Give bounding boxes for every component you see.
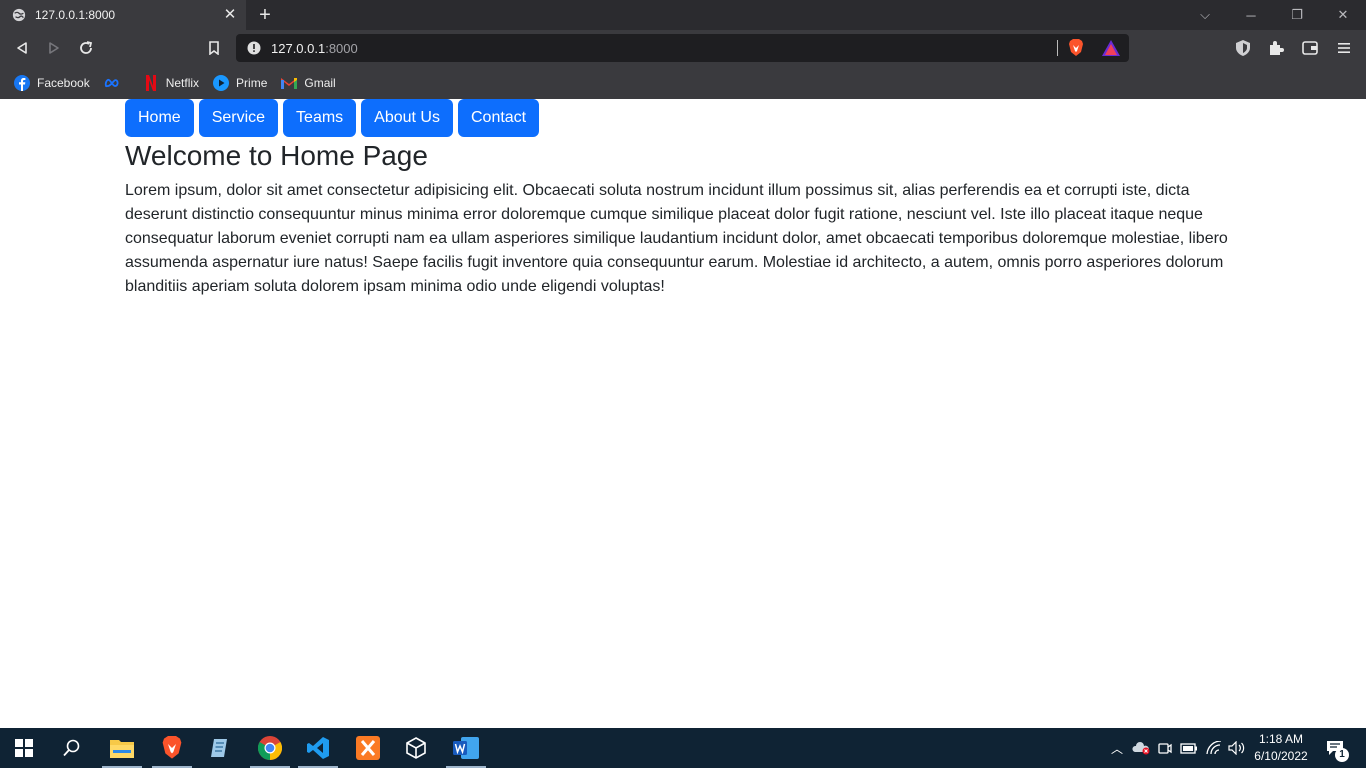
url-port: :8000	[325, 41, 358, 56]
shield-icon	[1236, 40, 1250, 56]
nav-contact-button[interactable]: Contact	[457, 99, 540, 137]
bookmark-facebook[interactable]: Facebook	[14, 74, 90, 91]
bookmark-label: Prime	[236, 75, 268, 90]
reload-button[interactable]	[76, 38, 96, 58]
netflix-icon	[143, 74, 159, 91]
close-window-button[interactable]: ✕	[1320, 0, 1366, 30]
gmail-icon	[281, 75, 298, 91]
system-clock[interactable]: 1:18 AM 6/10/2022	[1248, 731, 1314, 765]
brave-rewards-icon[interactable]	[1102, 40, 1120, 61]
taskbar-vscode[interactable]	[294, 728, 342, 768]
nav-home-button[interactable]: Home	[125, 99, 194, 137]
nav-service-button[interactable]: Service	[198, 99, 279, 137]
search-icon	[63, 739, 80, 757]
bookmark-label: Facebook	[37, 75, 90, 90]
taskbar-file-explorer[interactable]	[98, 728, 146, 768]
meet-now-icon[interactable]	[1156, 728, 1174, 768]
bookmark-label: Netflix	[165, 75, 200, 90]
page-heading: Welcome to Home Page	[125, 140, 428, 171]
brave-icon	[162, 736, 182, 759]
notification-center[interactable]: 1	[1320, 728, 1350, 768]
tray-overflow-icon[interactable]: ︿	[1108, 728, 1126, 768]
url-text: 127.0.0.1:8000	[271, 41, 358, 56]
back-icon	[17, 42, 27, 54]
tab-search-icon[interactable]: ⌵	[1182, 0, 1228, 30]
battery-icon[interactable]	[1179, 728, 1199, 768]
chrome-icon	[258, 736, 282, 760]
notepad-icon	[211, 739, 227, 757]
word-icon	[453, 737, 479, 759]
brave-shields-icon[interactable]	[1068, 39, 1084, 62]
onedrive-icon[interactable]	[1130, 728, 1152, 768]
vpn-button[interactable]	[1233, 38, 1253, 58]
tab-strip: 127.0.0.1:8000 ✕ + ⌵ ─ ❐ ✕	[0, 0, 1366, 30]
address-bar[interactable]: 127.0.0.1:8000	[236, 34, 1129, 62]
bookmark-label: Gmail	[304, 75, 336, 90]
volume-icon[interactable]	[1227, 728, 1247, 768]
new-tab-button[interactable]: +	[255, 5, 275, 25]
folder-icon	[110, 740, 134, 758]
bookmark-meta[interactable]	[104, 75, 129, 91]
menu-button[interactable]	[1334, 38, 1354, 58]
globe-icon	[12, 8, 26, 22]
address-bar-separator	[1057, 40, 1058, 56]
forward-button[interactable]	[44, 38, 64, 58]
url-host: 127.0.0.1	[271, 41, 326, 56]
taskbar-notepad[interactable]	[196, 728, 244, 768]
nav-teams-button[interactable]: Teams	[283, 99, 357, 137]
start-button[interactable]	[0, 728, 48, 768]
browser-tab[interactable]: 127.0.0.1:8000 ✕	[0, 0, 246, 30]
close-tab-icon[interactable]: ✕	[222, 7, 238, 23]
hamburger-icon	[1338, 43, 1350, 53]
puzzle-icon	[1270, 41, 1284, 55]
extensions-button[interactable]	[1266, 38, 1286, 58]
notification-badge: 1	[1335, 748, 1349, 762]
taskbar-xampp[interactable]	[344, 728, 392, 768]
nav-about-button[interactable]: About Us	[361, 99, 453, 137]
reload-icon	[80, 41, 93, 54]
browser-toolbar: 127.0.0.1:8000	[0, 30, 1366, 66]
site-info-icon[interactable]	[247, 41, 261, 55]
restore-button[interactable]: ❐	[1274, 0, 1320, 30]
bookmark-icon	[209, 41, 219, 55]
taskbar-brave[interactable]	[148, 728, 196, 768]
cube-icon	[406, 737, 426, 759]
prime-icon	[213, 74, 230, 91]
taskbar: ︿ 1:18 AM 6/10/2022 1	[0, 728, 1366, 768]
page-paragraph: Lorem ipsum, dolor sit amet consectetur …	[125, 182, 1228, 295]
vscode-icon	[307, 737, 329, 759]
windows-icon	[15, 739, 33, 757]
tab-title: 127.0.0.1:8000	[35, 8, 116, 22]
bookmark-gmail[interactable]: Gmail	[281, 75, 336, 91]
page-viewport: Home Service Teams About Us Contact Welc…	[0, 99, 1366, 728]
wallet-button[interactable]	[1300, 38, 1320, 58]
clock-date: 6/10/2022	[1254, 749, 1308, 763]
meta-icon	[104, 75, 122, 91]
facebook-icon	[14, 74, 30, 91]
bookmarks-bar: Facebook Netflix Prime Gmail	[0, 66, 1366, 99]
taskbar-virtualbox[interactable]	[392, 728, 440, 768]
xampp-icon	[356, 736, 380, 760]
back-button[interactable]	[12, 38, 32, 58]
wifi-icon[interactable]	[1204, 728, 1224, 768]
search-button[interactable]	[48, 728, 96, 768]
taskbar-chrome[interactable]	[246, 728, 294, 768]
minimize-button[interactable]: ─	[1228, 0, 1274, 30]
bookmark-button[interactable]	[204, 38, 224, 58]
forward-icon	[49, 42, 59, 54]
clock-time: 1:18 AM	[1258, 732, 1304, 746]
taskbar-word[interactable]	[442, 728, 490, 768]
bookmark-netflix[interactable]: Netflix	[143, 74, 200, 91]
bookmark-prime[interactable]: Prime	[213, 74, 268, 91]
wallet-icon	[1302, 41, 1318, 55]
navbar: Home Service Teams About Us Contact	[125, 99, 544, 137]
